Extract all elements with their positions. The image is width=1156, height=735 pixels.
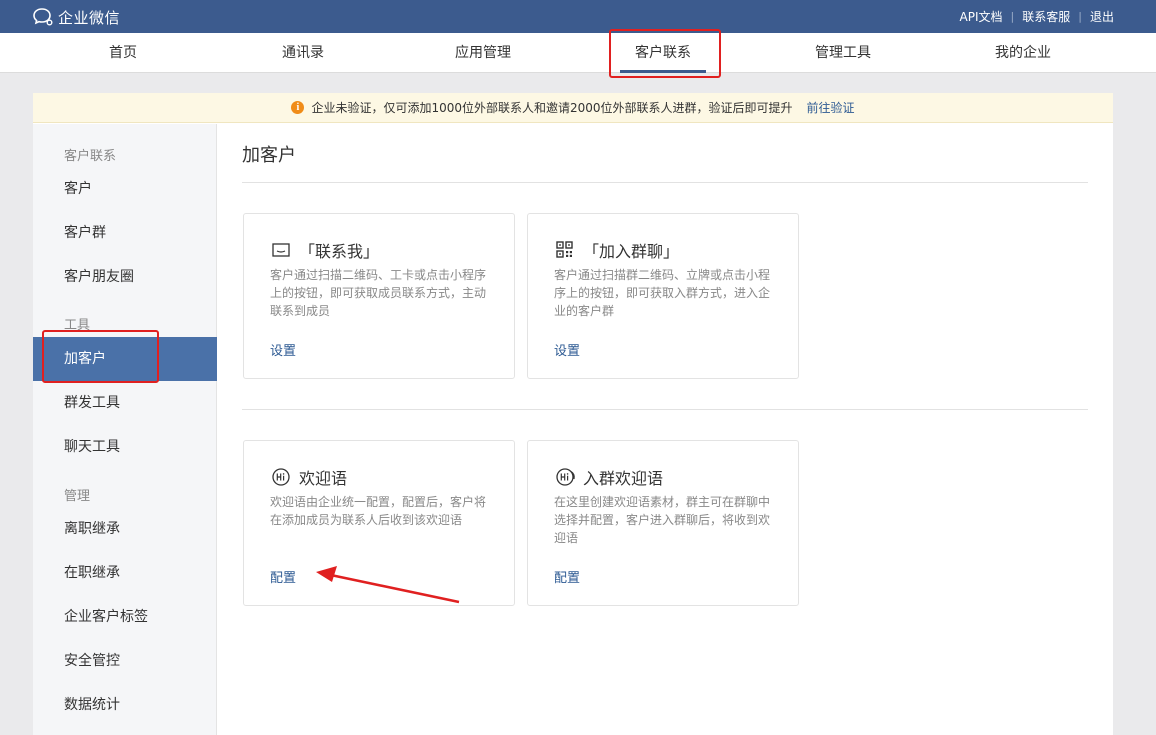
verification-notice: i 企业未验证，仅可添加1000位外部联系人和邀请2000位外部联系人进群，验证… xyxy=(33,93,1113,123)
sidebar-item-resign-inherit[interactable]: 离职继承 xyxy=(33,507,217,551)
group-welcome-desc: 在这里创建欢迎语素材，群主可在群聊中选择并配置，客户进入群聊后，将收到欢迎语 xyxy=(554,495,771,545)
nav-app-management[interactable]: 应用管理 xyxy=(413,33,553,73)
sidebar-item-statistics[interactable]: 数据统计 xyxy=(33,683,217,727)
main-nav: 首页 通讯录 应用管理 客户联系 管理工具 我的企业 xyxy=(0,33,1156,73)
nav-customer-contact[interactable]: 客户联系 xyxy=(593,33,733,73)
sidebar-item-mass-send[interactable]: 群发工具 xyxy=(33,381,217,425)
sidebar-group-tools: 工具 xyxy=(64,318,91,333)
welcome-desc: 欢迎语由企业统一配置，配置后，客户将在添加成员为联系人后收到该欢迎语 xyxy=(270,495,487,527)
sidebar-item-moments[interactable]: 客户朋友圈 xyxy=(33,255,217,299)
contact-support-link[interactable]: 联系客服 xyxy=(1022,8,1070,25)
main-panel: i 企业未验证，仅可添加1000位外部联系人和邀请2000位外部联系人进群，验证… xyxy=(33,93,1113,735)
verify-link[interactable]: 前往验证 xyxy=(807,99,855,116)
section-divider xyxy=(242,409,1088,410)
join-group-setup-link[interactable]: 设置 xyxy=(554,340,580,359)
hi-icon xyxy=(271,467,293,487)
nav-my-enterprise[interactable]: 我的企业 xyxy=(953,33,1093,73)
join-group-desc: 客户通过扫描群二维码、立牌或点击小程序上的按钮，即可获取入群方式，进入企业的客户… xyxy=(554,268,771,318)
contact-me-setup-link[interactable]: 设置 xyxy=(270,340,296,359)
sidebar-item-onjob-inherit[interactable]: 在职继承 xyxy=(33,551,217,595)
contact-me-title: 「联系我」 xyxy=(299,242,380,261)
welcome-title: 欢迎语 xyxy=(299,469,348,488)
contact-me-desc: 客户通过扫描二维码、工卡或点击小程序上的按钮，即可获取成员联系方式，主动联系到成… xyxy=(270,268,487,318)
sidebar-item-customer-tags[interactable]: 企业客户标签 xyxy=(33,595,217,639)
sidebar-item-add-customer[interactable]: 加客户 xyxy=(33,337,217,381)
group-welcome-title: 入群欢迎语 xyxy=(583,469,664,488)
sidebar-item-chat-tools[interactable]: 聊天工具 xyxy=(33,425,217,469)
nav-home[interactable]: 首页 xyxy=(53,33,193,73)
sidebar-item-security[interactable]: 安全管控 xyxy=(33,639,217,683)
join-group-card: 「加入群聊」 客户通过扫描群二维码、立牌或点击小程序上的按钮，即可获取入群方式，… xyxy=(527,213,799,379)
sidebar-item-customer-group[interactable]: 客户群 xyxy=(33,211,217,255)
page-title: 加客户 xyxy=(242,145,296,166)
group-welcome-config-link[interactable]: 配置 xyxy=(554,567,580,586)
top-links: API文档 | 联系客服 | 退出 xyxy=(960,8,1114,25)
join-group-title: 「加入群聊」 xyxy=(583,242,680,261)
title-divider xyxy=(242,182,1088,183)
qr-code-icon xyxy=(555,240,577,260)
link-separator: | xyxy=(1010,10,1015,23)
group-welcome-card: 入群欢迎语 在这里创建欢迎语素材，群主可在群聊中选择并配置，客户进入群聊后，将收… xyxy=(527,440,799,606)
welcome-config-link[interactable]: 配置 xyxy=(270,567,296,586)
notice-text: 企业未验证，仅可添加1000位外部联系人和邀请2000位外部联系人进群，验证后即… xyxy=(311,101,793,115)
nav-contacts[interactable]: 通讯录 xyxy=(233,33,373,73)
logout-link[interactable]: 退出 xyxy=(1090,8,1114,25)
app-logo[interactable]: 企业微信 xyxy=(32,6,120,28)
wecom-logo-icon xyxy=(32,7,54,27)
sidebar-item-customer[interactable]: 客户 xyxy=(33,167,217,211)
red-arrow-annotation xyxy=(316,566,460,604)
app-name: 企业微信 xyxy=(58,8,121,27)
nav-management-tools[interactable]: 管理工具 xyxy=(773,33,913,73)
sidebar-group-customer-contact: 客户联系 xyxy=(64,149,117,164)
group-hi-icon xyxy=(555,467,577,487)
top-bar: 企业微信 API文档 | 联系客服 | 退出 xyxy=(0,0,1156,33)
info-icon: i xyxy=(291,101,305,114)
sidebar: 客户联系 客户 客户群 客户朋友圈 工具 加客户 群发工具 聊天工具 管理 离职… xyxy=(33,124,217,735)
link-separator: | xyxy=(1078,10,1082,23)
sidebar-group-manage: 管理 xyxy=(64,489,91,504)
api-docs-link[interactable]: API文档 xyxy=(960,8,1003,25)
contact-me-card: 「联系我」 客户通过扫描二维码、工卡或点击小程序上的按钮，即可获取成员联系方式，… xyxy=(243,213,515,379)
message-icon xyxy=(271,240,293,260)
